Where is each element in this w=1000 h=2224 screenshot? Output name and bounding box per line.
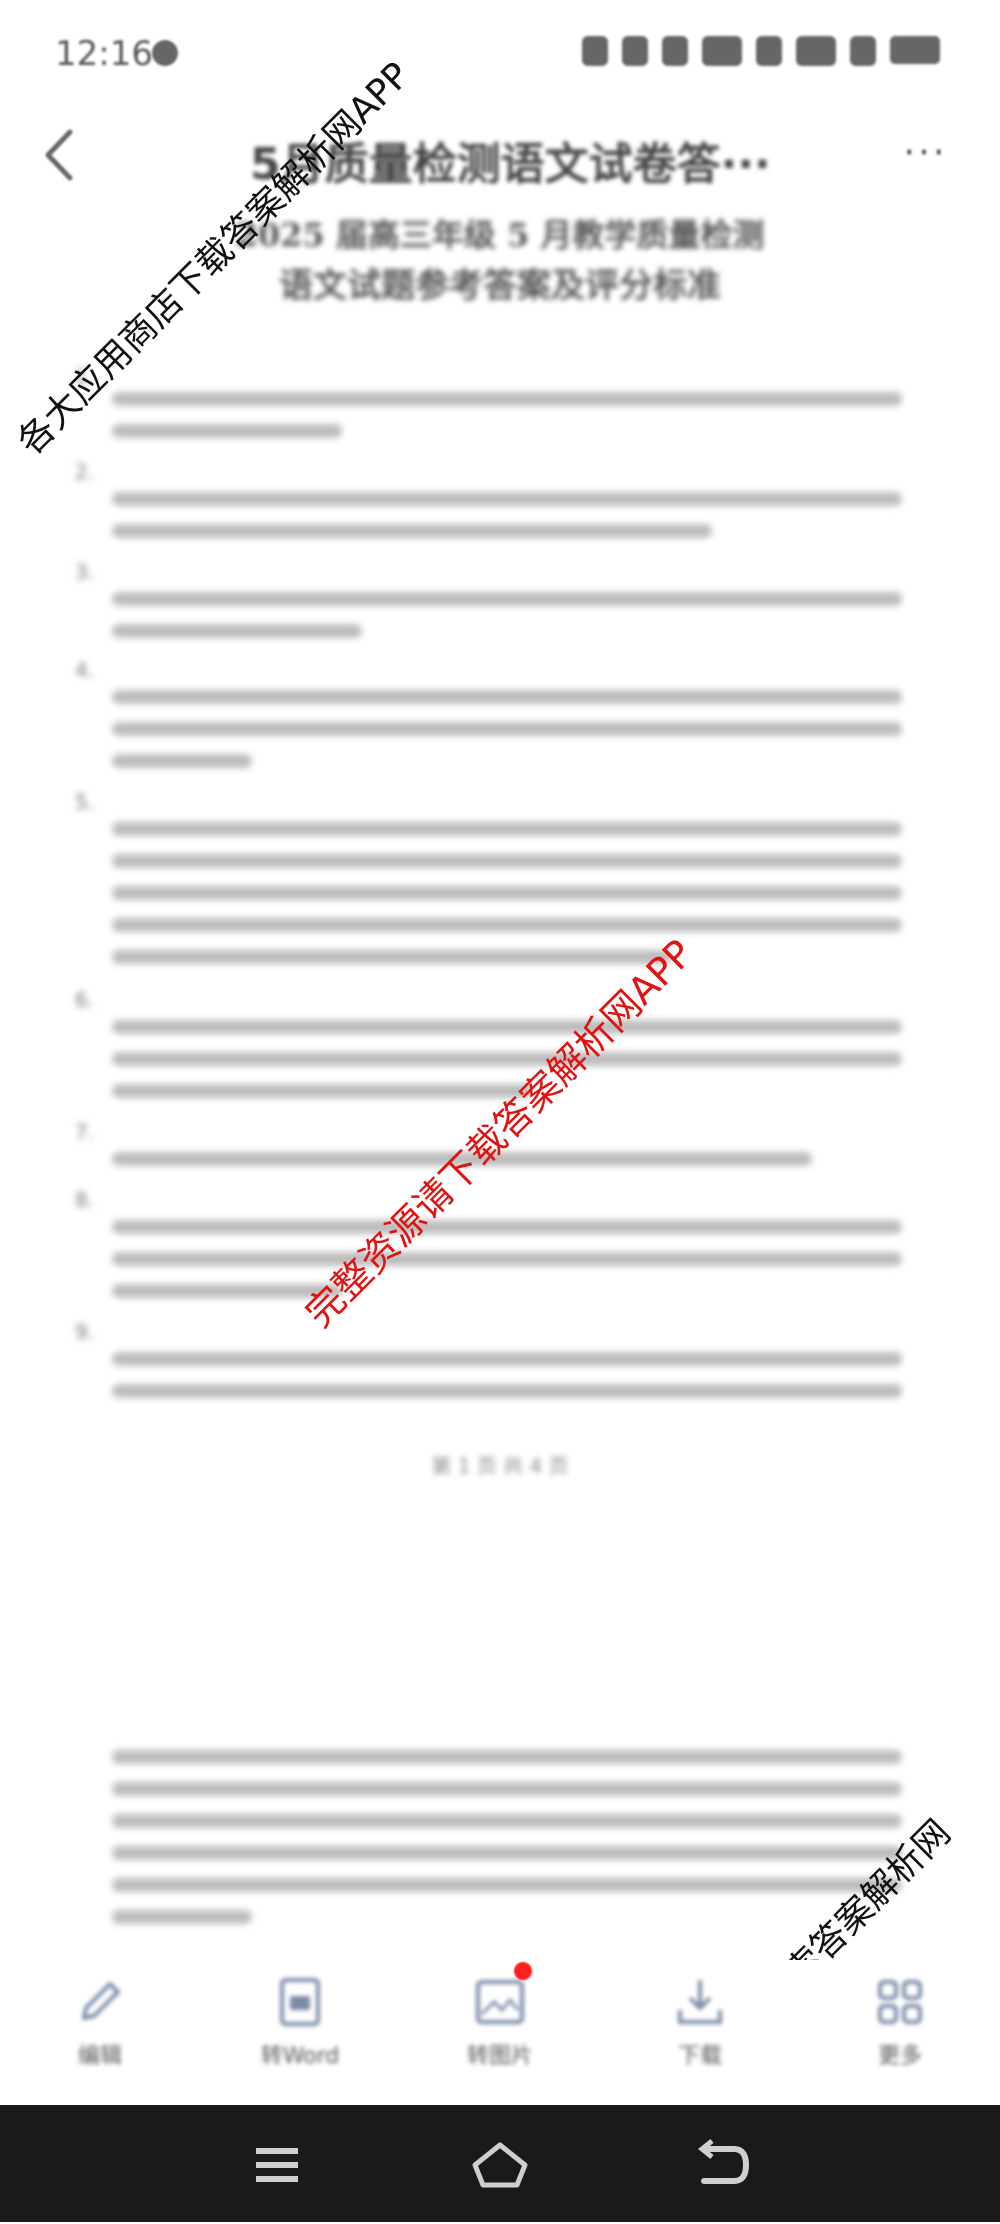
vibrate-icon: [622, 36, 648, 66]
signal-icon: [796, 36, 836, 66]
bottom-toolbar: 编辑 转Word 转图片 下载 更多: [0, 1960, 1000, 2105]
to-image-label: 转图片: [466, 2044, 533, 2069]
answer-text-line: [112, 754, 252, 768]
answer-text-line: [112, 690, 902, 704]
question-number: 6.: [75, 988, 95, 1012]
new-badge-dot: [514, 1962, 532, 1980]
to-word-label: 转Word: [260, 2044, 340, 2069]
status-bar: 12:16: [0, 0, 1000, 110]
answer-text-line: [112, 1020, 902, 1034]
answer-text-line: [112, 524, 712, 538]
status-icons: [582, 36, 940, 66]
answer-text-line: [112, 1252, 902, 1266]
question-number: 3.: [75, 560, 95, 584]
page-footer: 第 1 页 共 4 页: [431, 1454, 569, 1478]
to-image-button[interactable]: 转图片: [440, 1960, 560, 2100]
question-number: 5.: [75, 790, 95, 814]
system-nav-bar: [0, 2105, 1000, 2222]
back-button[interactable]: [30, 120, 90, 190]
answer-text-line: [112, 886, 902, 900]
answer-text-line: [112, 1878, 902, 1892]
more-button[interactable]: 更多: [840, 1960, 960, 2100]
recent-apps-button[interactable]: [242, 2135, 312, 2195]
answer-text-line: [112, 1846, 902, 1860]
answer-text-line: [112, 950, 672, 964]
question-number: 8.: [75, 1188, 95, 1212]
alarm-icon: [582, 36, 608, 66]
home-icon: [472, 2142, 528, 2188]
moon-icon: [662, 36, 688, 66]
answer-text-line: [112, 1052, 902, 1066]
answer-text-line: [112, 854, 902, 868]
answer-text-line: [112, 1084, 532, 1098]
answer-text-line: [112, 1814, 902, 1828]
answer-text-line: [112, 1910, 252, 1924]
answer-text-line: [112, 1782, 902, 1796]
download-button[interactable]: 下载: [640, 1960, 760, 2100]
download-icon: [678, 1980, 722, 2024]
answer-text-line: [112, 1220, 902, 1234]
network-speed-icon: [702, 36, 742, 66]
word-doc-icon: [280, 1978, 320, 2026]
back-arrow-icon: [697, 2139, 750, 2184]
to-word-button[interactable]: 转Word: [240, 1960, 360, 2100]
nfc-icon: [756, 36, 782, 66]
question-number: 2.: [75, 460, 95, 484]
download-label: 下载: [677, 2044, 722, 2069]
menu-icon: [256, 2148, 298, 2182]
more-options-button[interactable]: ···: [890, 128, 960, 188]
image-icon: [476, 1980, 524, 2024]
pencil-icon: [82, 1982, 120, 2020]
question-number: 4.: [75, 658, 95, 682]
more-label: 更多: [877, 2044, 922, 2069]
wifi-icon: [850, 36, 876, 66]
status-time: 12:16: [55, 34, 153, 74]
answer-text-line: [112, 624, 362, 638]
answer-text-line: [112, 1384, 902, 1398]
edit-button[interactable]: 编辑: [40, 1960, 160, 2100]
answer-text-line: [112, 1750, 902, 1764]
battery-icon: [890, 36, 940, 64]
answer-text-line: [112, 392, 902, 406]
answer-text-line: [112, 722, 902, 736]
edit-label: 编辑: [77, 2044, 122, 2069]
answer-text-line: [112, 822, 902, 836]
back-nav-button[interactable]: [688, 2135, 758, 2195]
answer-text-line: [112, 918, 902, 932]
answer-text-line: [112, 1352, 902, 1366]
question-number: 9.: [75, 1320, 95, 1344]
answer-text-line: [112, 424, 342, 438]
app-header: 5月质量检测语文试卷答··· ···: [0, 110, 1000, 200]
document-page: 2025 届高三年级 5 月教学质量检测 语文试题参考答案及评分标准 1. 2.…: [0, 200, 1000, 1950]
answer-text-line: [112, 492, 902, 506]
question-number: 7.: [75, 1120, 95, 1144]
home-button[interactable]: [465, 2135, 535, 2195]
notification-icon: [152, 40, 178, 66]
chevron-left-icon: [45, 129, 73, 181]
answer-text-line: [112, 592, 902, 606]
grid-icon: [878, 1980, 922, 2024]
document-heading: 2025 届高三年级 5 月教学质量检测: [235, 216, 765, 254]
